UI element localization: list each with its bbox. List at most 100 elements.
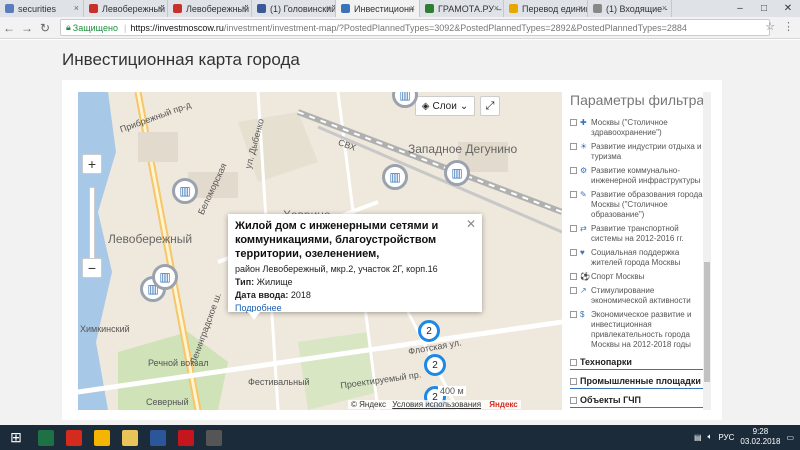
investment-object-marker[interactable]: ▥: [382, 164, 408, 190]
notifications-icon[interactable]: ▭: [786, 433, 794, 442]
browser-tab[interactable]: ГРАМОТА.РУ – ×: [420, 0, 504, 17]
filter-group[interactable]: Промышленные площадки: [570, 373, 710, 389]
chrome-app[interactable]: [88, 425, 116, 450]
investment-object-marker[interactable]: ▥: [152, 264, 178, 290]
zoom-in-button[interactable]: +: [82, 154, 102, 174]
terms-link[interactable]: Условия использования: [392, 400, 481, 409]
filter-item-label: Спорт Москвы: [591, 272, 645, 281]
close-window-icon[interactable]: ✕: [776, 0, 800, 17]
tab-close-icon[interactable]: ×: [242, 3, 247, 13]
favicon-icon: [425, 4, 434, 13]
filter-checkbox[interactable]: [570, 191, 577, 198]
browser-tab[interactable]: Левобережный ×: [84, 0, 168, 17]
url-input[interactable]: 🔒︎ Защищено | https://investmoscow.ru /i…: [60, 19, 770, 36]
filter-checkbox[interactable]: [570, 287, 577, 294]
volume-icon[interactable]: 🔈︎: [708, 432, 713, 442]
layers-button[interactable]: ◈ Слои ⌄: [415, 96, 475, 116]
windows-start-icon[interactable]: ⊞: [0, 425, 32, 450]
url-separator: |: [123, 22, 127, 33]
building-icon: ▥: [389, 170, 401, 184]
tab-close-icon[interactable]: ×: [74, 3, 79, 13]
menu-icon[interactable]: ⋮: [783, 20, 794, 33]
language-indicator[interactable]: РУС: [718, 433, 734, 442]
clock[interactable]: 9:28 03.02.2018: [740, 427, 780, 447]
zoom-slider[interactable]: [89, 187, 95, 261]
reload-icon[interactable]: ↻: [36, 21, 54, 35]
water-reservoir: [78, 92, 116, 410]
filter-group-checkbox[interactable]: [570, 377, 577, 385]
filter-item[interactable]: ⇄ Развитие транспортной системы на 2012-2…: [570, 224, 710, 244]
browser-tab[interactable]: (1) Входящие - ×: [588, 0, 672, 17]
filter-group[interactable]: Объекты ГЧП: [570, 392, 710, 408]
filter-checkbox[interactable]: [570, 167, 577, 174]
tab-label: ГРАМОТА.РУ –: [438, 3, 502, 14]
browser-tab[interactable]: (1) Головинский ×: [252, 0, 336, 17]
fullscreen-button[interactable]: ⤢: [480, 96, 500, 116]
investment-icon: $: [580, 310, 585, 319]
yandex-browser-app[interactable]: [60, 425, 88, 450]
health-icon: ✚: [580, 118, 587, 127]
yandex-logo: Яндекс: [489, 400, 518, 409]
yandex-browser-app-icon: [66, 429, 82, 446]
filter-checkbox[interactable]: [570, 119, 577, 126]
filter-item[interactable]: ⚙ Развитие коммунально-инженерной инфраст…: [570, 166, 710, 186]
investment-object-marker[interactable]: ▥: [172, 178, 198, 204]
filter-item[interactable]: ✚ Москвы ("Столичное здравоохранение"): [570, 118, 710, 138]
tab-close-icon[interactable]: ×: [410, 3, 415, 13]
filter-group[interactable]: Технопарки: [570, 354, 710, 370]
acrobat-app[interactable]: [172, 425, 200, 450]
favicon-icon: [173, 4, 182, 13]
filter-group-checkbox[interactable]: [570, 396, 577, 404]
tab-close-icon[interactable]: ×: [662, 3, 667, 13]
file-explorer-app-icon: [122, 429, 138, 446]
filter-checkbox[interactable]: [570, 249, 577, 256]
filter-item[interactable]: ↗ Стимулирование экономической активности: [570, 286, 710, 306]
maximize-icon[interactable]: □: [752, 0, 776, 17]
bookmark-star-icon[interactable]: ☆: [765, 20, 775, 33]
filter-item[interactable]: ☀ Развитие индустрии отдыха и туризма: [570, 142, 710, 162]
building-block: [138, 132, 178, 162]
excel-app[interactable]: [32, 425, 60, 450]
filter-item-label: Развитие транспортной системы на 2012-20…: [591, 224, 684, 243]
investment-object-marker[interactable]: ▥: [444, 160, 470, 186]
excel-app-icon: [38, 429, 54, 446]
browser-tab[interactable]: Инвестиционн ×: [336, 0, 420, 17]
balloon-date-label: Дата ввода:: [235, 290, 289, 300]
browser-tab[interactable]: Левобережный ×: [168, 0, 252, 17]
scrollbar-thumb[interactable]: [704, 262, 710, 382]
forward-icon[interactable]: →: [18, 21, 36, 35]
filter-item[interactable]: ✎ Развитие образования города Москвы ("Ст…: [570, 190, 710, 220]
filter-checkbox[interactable]: [570, 143, 577, 150]
filter-item-label: Стимулирование экономической активности: [591, 286, 691, 305]
filter-checkbox[interactable]: [570, 273, 577, 280]
cluster-marker[interactable]: 2: [418, 320, 440, 342]
filter-item[interactable]: ♥ Социальная поддержка жителей города Мос…: [570, 248, 710, 268]
browser-tab[interactable]: Перевод единиц ×: [504, 0, 588, 17]
zoom-out-button[interactable]: −: [82, 258, 102, 278]
tab-close-icon[interactable]: ×: [158, 3, 163, 13]
filter-checkbox[interactable]: [570, 225, 577, 232]
browser-tab[interactable]: securities ×: [0, 0, 84, 17]
balloon-more-link[interactable]: Подробнее: [235, 303, 475, 313]
tab-close-icon[interactable]: ×: [494, 3, 499, 13]
tab-close-icon[interactable]: ×: [326, 3, 331, 13]
filter-scrollbar[interactable]: [703, 92, 711, 410]
investment-map[interactable]: Левобережный Ховрино Западное Дегунино Р…: [78, 92, 562, 410]
filter-group-checkbox[interactable]: [570, 358, 577, 366]
network-icon[interactable]: ▤: [694, 433, 702, 442]
filter-item[interactable]: ⚽ Спорт Москвы: [570, 272, 710, 282]
minimize-icon[interactable]: –: [728, 0, 752, 17]
cluster-marker[interactable]: 2: [424, 354, 446, 376]
filter-checkbox[interactable]: [570, 311, 577, 318]
file-explorer-app[interactable]: [116, 425, 144, 450]
close-icon[interactable]: ✕: [466, 217, 476, 231]
back-icon[interactable]: ←: [0, 21, 18, 35]
media-app[interactable]: [200, 425, 228, 450]
lock-icon: 🔒︎: [66, 22, 71, 32]
filter-item[interactable]: $ Экономическое развитие и инвестиционная…: [570, 310, 710, 350]
filter-panel: Параметры фильтра ✚ Москвы ("Столичное зд…: [570, 92, 710, 410]
clock-time: 9:28: [752, 427, 769, 436]
word-app[interactable]: [144, 425, 172, 450]
tab-close-icon[interactable]: ×: [578, 3, 583, 13]
address-bar: ← → ↻ 🔒︎ Защищено | https://investmoscow…: [0, 17, 800, 39]
